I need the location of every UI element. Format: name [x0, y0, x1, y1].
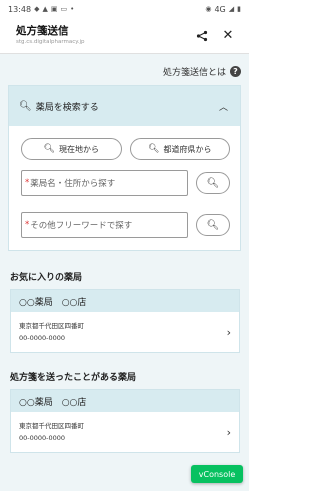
pharmacy-details: 東京都千代田区四番町 00-0000-0000 › — [11, 312, 239, 352]
signal-icon: ◢ — [228, 4, 235, 13]
page-url: stg.cs.digitalpharmacy.jp — [16, 39, 85, 45]
warning-icon: ▲ — [42, 4, 48, 13]
sent-pharmacy-card[interactable]: ○○薬局 ○○店 東京都千代田区四番町 00-0000-0000 › — [10, 389, 240, 453]
share-icon[interactable] — [191, 25, 213, 47]
favorite-pharmacy-card[interactable]: ○○薬局 ○○店 東京都千代田区四番町 00-0000-0000 › — [10, 289, 240, 353]
freeword-search-row: * その他フリーワードで探す 🔍︎ — [21, 212, 230, 238]
cast-icon: ▭ — [60, 4, 68, 13]
search-panel: 🔍︎ 薬局を検索する ︿ 🔍︎ 現在地から 🔍︎ 都道府県から * 薬局名・住所… — [8, 85, 241, 251]
close-icon[interactable]: ✕ — [217, 25, 239, 47]
message-icon: ◆ — [34, 4, 40, 13]
name-search-row: * 薬局名・住所から探す 🔍︎ — [21, 170, 230, 196]
prefecture-label: 都道府県から — [163, 144, 212, 154]
required-mark: * — [25, 220, 30, 230]
chevron-right-icon: › — [226, 425, 231, 439]
vconsole-button[interactable]: vConsole — [191, 465, 243, 483]
freeword-input[interactable]: * その他フリーワードで探す — [21, 212, 188, 238]
pharmacy-name: ○○薬局 ○○店 — [11, 390, 239, 412]
pharmacy-address: 東京都千代田区四番町 — [19, 322, 84, 330]
pharmacy-name: ○○薬局 ○○店 — [11, 290, 239, 312]
status-time: 13:48 — [8, 4, 32, 14]
name-address-input[interactable]: * 薬局名・住所から探す — [21, 170, 188, 196]
pharmacy-phone: 00-0000-0000 — [19, 434, 66, 442]
search-icon: 🔍︎ — [43, 144, 55, 154]
favorites-title: お気に入りの薬局 — [10, 272, 83, 283]
search-icon: 🔍︎ — [206, 177, 220, 189]
freeword-search-button[interactable]: 🔍︎ — [196, 214, 230, 236]
search-icon: 🔍︎ — [19, 100, 32, 112]
search-panel-toggle[interactable]: 🔍︎ 薬局を検索する ︿ — [9, 86, 240, 126]
app-bar: 処方箋送信 stg.cs.digitalpharmacy.jp ✕ — [0, 18, 249, 54]
sent-pharmacies-title: 処方箋を送ったことがある薬局 — [10, 372, 137, 383]
chevron-up-icon: ︿ — [218, 102, 228, 113]
pharmacy-address: 東京都千代田区四番町 — [19, 422, 84, 430]
dot-icon: • — [70, 4, 75, 13]
current-location-button[interactable]: 🔍︎ 現在地から — [21, 138, 122, 160]
about-label: 処方箋送信とは — [162, 67, 226, 78]
pharmacy-details: 東京都千代田区四番町 00-0000-0000 › — [11, 412, 239, 452]
name-address-placeholder: 薬局名・住所から探す — [30, 179, 116, 189]
search-panel-title: 薬局を検索する — [35, 102, 99, 113]
pharmacy-phone: 00-0000-0000 — [19, 334, 66, 342]
main-content: 処方箋送信とは ? 🔍︎ 薬局を検索する ︿ 🔍︎ 現在地から 🔍︎ 都道府県か… — [0, 54, 249, 491]
about-link[interactable]: 処方箋送信とは ? — [0, 54, 249, 80]
current-location-label: 現在地から — [58, 144, 99, 154]
search-icon: 🔍︎ — [148, 144, 160, 154]
name-search-button[interactable]: 🔍︎ — [196, 172, 230, 194]
pharmacy-info: 東京都千代田区四番町 00-0000-0000 — [19, 420, 227, 444]
image-icon: ▣ — [50, 4, 58, 13]
search-body: 🔍︎ 現在地から 🔍︎ 都道府県から * 薬局名・住所から探す 🔍︎ * その他… — [9, 126, 240, 250]
prefecture-button[interactable]: 🔍︎ 都道府県から — [129, 138, 230, 160]
search-icon: 🔍︎ — [206, 219, 220, 231]
battery-icon: ▮ — [237, 4, 241, 13]
app-titles: 処方箋送信 stg.cs.digitalpharmacy.jp — [16, 25, 187, 46]
help-icon: ? — [230, 65, 241, 77]
location-buttons: 🔍︎ 現在地から 🔍︎ 都道府県から — [21, 138, 230, 160]
required-mark: * — [25, 178, 30, 188]
pharmacy-info: 東京都千代田区四番町 00-0000-0000 — [19, 320, 227, 344]
page-title: 処方箋送信 — [16, 25, 69, 37]
network-label: 4G — [214, 4, 226, 14]
freeword-placeholder: その他フリーワードで探す — [30, 221, 133, 231]
wifi-icon: ◉ — [205, 4, 212, 13]
status-bar: 13:48 ◆ ▲ ▣ ▭ • ◉ 4G ◢ ▮ — [0, 0, 249, 18]
chevron-right-icon: › — [226, 325, 231, 339]
